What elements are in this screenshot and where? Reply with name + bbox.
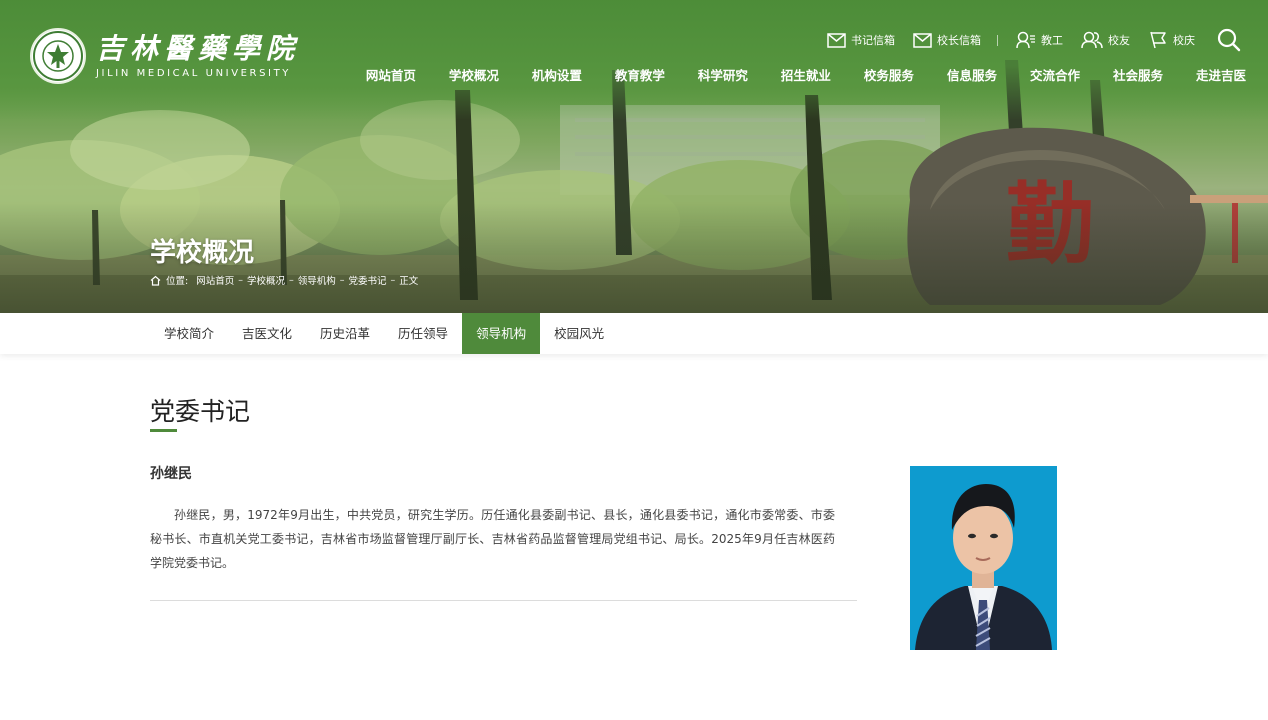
nav-campus-services[interactable]: 校务服务 (864, 67, 914, 85)
subnav-campus-scenery[interactable]: 校园风光 (540, 313, 618, 354)
alumni-icon (1081, 31, 1103, 49)
president-mailbox-link[interactable]: 校长信箱 (913, 32, 981, 48)
breadcrumb-about[interactable]: 学校概况 (247, 273, 285, 287)
nav-research[interactable]: 科学研究 (698, 67, 748, 85)
breadcrumb-label: 位置: (166, 276, 189, 287)
search-icon (1217, 28, 1241, 52)
party-secretary-mailbox-label: 书记信箱 (851, 34, 895, 47)
breadcrumb-separator: – (288, 274, 294, 286)
header-banner: 勤 吉林醫藥學院 JILIN MEDICAL UNIVERSITY 书记信箱 (0, 0, 1268, 313)
breadcrumb-current: 正文 (399, 276, 419, 287)
breadcrumb: 位置: 网站首页 – 学校概况 – 领导机构 – 党委书记 – 正文 (150, 273, 418, 287)
subnav-leadership[interactable]: 领导机构 (462, 313, 541, 354)
content-divider (150, 600, 857, 601)
portrait-image (910, 466, 1057, 650)
main-navigation: 网站首页 学校概况 机构设置 教育教学 科学研究 招生就业 校务服务 信息服务 … (333, 67, 1246, 85)
nav-organization[interactable]: 机构设置 (532, 67, 582, 85)
flag-icon (1150, 31, 1166, 49)
president-mailbox-label: 校长信箱 (937, 34, 981, 47)
portrait-photo (910, 466, 1057, 650)
article-title: 党委书记 (150, 397, 251, 426)
party-secretary-mailbox-link[interactable]: 书记信箱 (827, 32, 895, 48)
breadcrumb-separator: – (238, 274, 243, 286)
section-subnav: 学校简介 吉医文化 历史沿革 历任领导 领导机构 校园风光 (0, 313, 1268, 354)
nav-admissions[interactable]: 招生就业 (781, 67, 831, 85)
mail-icon (827, 32, 846, 48)
title-accent-bar (150, 429, 177, 432)
subnav-past-leaders[interactable]: 历任领导 (384, 313, 462, 354)
biography-text: 孙继民，男，1972年9月出生，中共党员，研究生学历。历任通化县委副书记、县长，… (150, 508, 835, 570)
breadcrumb-party-secretary[interactable]: 党委书记 (349, 273, 387, 287)
staff-icon (1016, 31, 1035, 49)
subnav-history[interactable]: 历史沿革 (306, 313, 384, 354)
logo-english-name: JILIN MEDICAL UNIVERSITY (96, 68, 292, 79)
utility-bar: 书记信箱 校长信箱 教工 校友 校庆 (809, 28, 1246, 52)
staff-link[interactable]: 教工 (1016, 31, 1063, 49)
alumni-link[interactable]: 校友 (1081, 31, 1130, 49)
anniversary-link[interactable]: 校庆 (1148, 31, 1195, 49)
subnav-culture[interactable]: 吉医文化 (228, 313, 306, 354)
nav-about[interactable]: 学校概况 (449, 67, 499, 85)
alumni-label: 校友 (1108, 34, 1130, 47)
breadcrumb-leadership[interactable]: 领导机构 (298, 273, 336, 287)
nav-explore[interactable]: 走进吉医 (1196, 67, 1246, 85)
nav-social-services[interactable]: 社会服务 (1113, 67, 1163, 85)
home-icon (150, 275, 161, 286)
staff-label: 教工 (1041, 34, 1063, 47)
banner-section-title: 学校概况 (150, 238, 255, 268)
subnav-introduction[interactable]: 学校简介 (150, 313, 228, 354)
breadcrumb-home[interactable]: 网站首页 (196, 273, 234, 287)
breadcrumb-separator: – (339, 274, 345, 286)
search-button[interactable] (1217, 28, 1246, 52)
university-emblem-icon (30, 28, 86, 84)
nav-exchange[interactable]: 交流合作 (1030, 67, 1080, 85)
site-logo[interactable]: 吉林醫藥學院 JILIN MEDICAL UNIVERSITY (30, 28, 300, 84)
breadcrumb-separator: – (390, 274, 396, 286)
utility-divider (997, 34, 998, 46)
nav-home[interactable]: 网站首页 (366, 67, 416, 85)
logo-chinese-name: 吉林醫藥學院 (96, 32, 301, 65)
nav-education[interactable]: 教育教学 (615, 67, 665, 85)
nav-information-services[interactable]: 信息服务 (947, 67, 997, 85)
anniversary-label: 校庆 (1173, 34, 1195, 47)
mail-icon (913, 32, 932, 48)
person-name: 孙继民 (150, 466, 192, 482)
